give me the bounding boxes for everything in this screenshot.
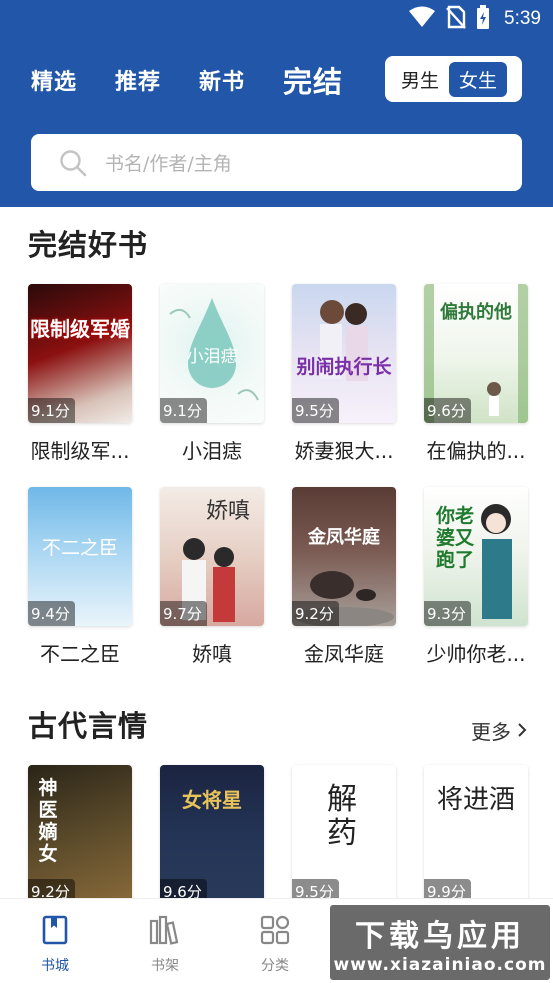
- bookshelf-icon: [149, 915, 181, 949]
- book-card[interactable]: 你老婆又跑了 9.3分 少帅你老...: [424, 487, 528, 667]
- book-score: 9.5分: [292, 398, 339, 423]
- cover-title: 金凤华庭: [308, 527, 380, 548]
- no-sim-icon: [446, 5, 466, 33]
- header: 5:39 精选 推荐 新书 完结 男生 女生 书名/作者/主角: [0, 0, 553, 207]
- status-bar: 5:39: [408, 5, 541, 33]
- book-grid-ancient: 神医嫡女 9.2分 女将星 9.6分 解药 9.5分 将进酒 9.9分: [28, 765, 528, 904]
- book-score: 9.1分: [160, 398, 207, 423]
- book-grid-finished: 限制级军婚 9.1分 限制级军... 小泪痣 9.1分 小泪痣 别闹执行长 9.…: [28, 284, 528, 667]
- cover-title: 偏执的他: [440, 302, 512, 323]
- book-cover: 限制级军婚 9.1分: [28, 284, 132, 423]
- book-card[interactable]: 不二之臣 9.4分 不二之臣: [28, 487, 132, 667]
- cover-title: 别闹执行长: [296, 356, 392, 378]
- book-cover: 别闹执行长 9.5分: [292, 284, 396, 423]
- book-score: 9.2分: [292, 601, 339, 626]
- book-score: 9.4分: [28, 601, 75, 626]
- nav-label: 书城: [41, 958, 69, 974]
- tab-xinshu[interactable]: 新书: [199, 64, 245, 96]
- cover-title: 你老婆又跑了: [435, 505, 474, 571]
- nav-label: 分类: [261, 958, 289, 974]
- book-score: 9.3分: [424, 601, 471, 626]
- book-card[interactable]: 将进酒 9.9分: [424, 765, 528, 904]
- book-cover: 偏执的他 9.6分: [424, 284, 528, 423]
- book-card[interactable]: 偏执的他 9.6分 在偏执的...: [424, 284, 528, 464]
- category-icon: [260, 915, 290, 949]
- nav-label: 书架: [151, 958, 179, 974]
- book-cover: 娇嗔 9.7分: [160, 487, 264, 626]
- bottom-nav-bookshelf[interactable]: 书架: [110, 899, 220, 983]
- book-title: 在偏执的...: [426, 439, 526, 463]
- bottom-nav-bookstore[interactable]: 书城: [0, 899, 110, 983]
- book-cover: 金凤华庭 9.2分: [292, 487, 396, 626]
- cover-title: 小泪痣: [186, 347, 238, 367]
- more-link[interactable]: 更多: [471, 716, 527, 745]
- tab-tuijian[interactable]: 推荐: [115, 64, 161, 96]
- watermark-main: 下载乌应用: [355, 918, 525, 954]
- book-cover: 你老婆又跑了 9.3分: [424, 487, 528, 626]
- chevron-right-icon: [517, 719, 527, 743]
- book-card[interactable]: 金凤华庭 9.2分 金凤华庭: [292, 487, 396, 667]
- book-score: 9.6分: [424, 398, 471, 423]
- book-cover: 神医嫡女 9.2分: [28, 765, 132, 904]
- cover-title: 娇嗔: [205, 499, 250, 524]
- cover-title: 神医嫡女: [38, 777, 58, 865]
- tab-jingxuan[interactable]: 精选: [31, 64, 77, 96]
- book-card[interactable]: 神医嫡女 9.2分: [28, 765, 132, 904]
- book-score: 9.7分: [160, 601, 207, 626]
- book-score: 9.1分: [28, 398, 75, 423]
- book-cover: 小泪痣 9.1分: [160, 284, 264, 423]
- bottom-nav-category[interactable]: 分类: [220, 899, 330, 983]
- book-title: 娇妻狠大...: [294, 439, 394, 463]
- cover-title: 限制级军婚: [30, 317, 130, 341]
- section-title-ancient: 古代言情: [28, 709, 149, 743]
- watermark: 下载乌应用 www.xiazainiao.com: [330, 905, 550, 980]
- book-title: 娇嗔: [192, 642, 232, 666]
- cover-title: 将进酒: [436, 785, 515, 815]
- battery-icon: [476, 5, 490, 33]
- search-icon: [59, 149, 87, 177]
- top-nav: 精选 推荐 新书 完结 男生 女生: [31, 55, 522, 105]
- watermark-url: www.xiazainiao.com: [333, 954, 547, 975]
- book-card[interactable]: 解药 9.5分: [292, 765, 396, 904]
- cover-title: 女将星: [182, 788, 242, 812]
- book-cover: 将进酒 9.9分: [424, 765, 528, 904]
- book-cover: 解药 9.5分: [292, 765, 396, 904]
- book-title: 金凤华庭: [304, 642, 384, 666]
- book-card[interactable]: 小泪痣 9.1分 小泪痣: [160, 284, 264, 464]
- search-placeholder: 书名/作者/主角: [105, 153, 232, 175]
- book-title: 限制级军...: [30, 439, 130, 463]
- gender-toggle: 男生 女生: [385, 56, 522, 102]
- gender-male-option[interactable]: 男生: [401, 66, 439, 93]
- status-time: 5:39: [504, 8, 541, 29]
- book-cover: 不二之臣 9.4分: [28, 487, 132, 626]
- search-input[interactable]: 书名/作者/主角: [31, 134, 522, 191]
- tab-wanjie[interactable]: 完结: [283, 59, 343, 101]
- cover-title: 不二之臣: [41, 537, 118, 559]
- book-card[interactable]: 限制级军婚 9.1分 限制级军...: [28, 284, 132, 464]
- section-title-finished: 完结好书: [28, 228, 149, 262]
- cover-title: 解药: [327, 782, 357, 851]
- book-card[interactable]: 女将星 9.6分: [160, 765, 264, 904]
- book-title: 小泪痣: [182, 439, 242, 463]
- book-card[interactable]: 娇嗔 9.7分 娇嗔: [160, 487, 264, 667]
- book-title: 少帅你老...: [426, 642, 526, 666]
- gender-female-option[interactable]: 女生: [449, 61, 508, 97]
- book-title: 不二之臣: [40, 642, 120, 666]
- book-icon: [42, 915, 68, 949]
- book-cover: 女将星 9.6分: [160, 765, 264, 904]
- more-label: 更多: [471, 720, 511, 744]
- wifi-icon: [408, 6, 436, 32]
- book-card[interactable]: 别闹执行长 9.5分 娇妻狠大...: [292, 284, 396, 464]
